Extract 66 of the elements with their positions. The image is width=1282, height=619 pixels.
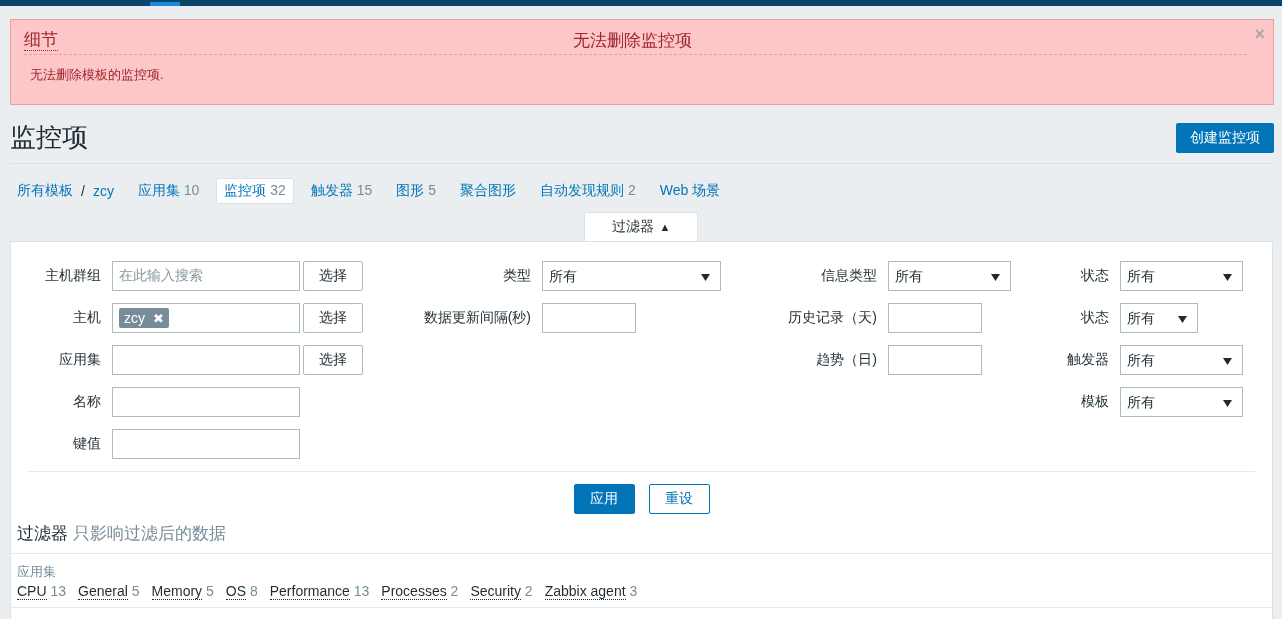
reset-button[interactable]: 重设 (648, 484, 710, 514)
select-button[interactable]: 选择 (303, 261, 363, 291)
field-label: 历史记录（天) (788, 309, 877, 327)
dropdown-arrow-icon (1223, 357, 1232, 365)
nav-tab[interactable]: 图形 5 (389, 179, 443, 203)
active-indicator (150, 2, 180, 6)
field-label: 状态 (1081, 309, 1109, 327)
nav-tab[interactable]: 应用集 10 (130, 179, 207, 203)
field-label: 状态 (1081, 267, 1109, 285)
dropdown[interactable]: 所有 (1120, 303, 1198, 333)
field-label: 主机 (73, 309, 101, 327)
dropdown-arrow-icon (1223, 273, 1232, 281)
input-field[interactable] (542, 303, 636, 333)
details-link[interactable]: 细节 (24, 29, 58, 51)
field-label: 名称 (73, 393, 101, 411)
multiselect-field[interactable] (112, 345, 300, 375)
dropdown[interactable]: 所有 (1120, 387, 1243, 417)
subfilter-link[interactable]: Performance 13 (269, 583, 370, 599)
subfilter-link[interactable]: Security 2 (470, 583, 533, 599)
error-text: 无法删除模板的监控项. (29, 66, 165, 84)
subfilter-group-label: 应用集 (17, 563, 57, 581)
nav-tab[interactable]: Web 场景 (652, 179, 728, 203)
dropdown[interactable]: 所有 (888, 261, 1011, 291)
page-title: 监控项 (10, 121, 88, 154)
subfilter-link[interactable]: Memory 5 (151, 583, 214, 599)
create-item-button[interactable]: 创建监控项 (1176, 122, 1274, 153)
subfilter-link[interactable]: CPU 13 (17, 583, 67, 599)
dropdown-arrow-icon (701, 273, 710, 281)
field-label: 趋势（日) (816, 351, 877, 369)
field-label: 模板 (1081, 393, 1109, 411)
field-label: 信息类型 (821, 267, 877, 285)
field-label: 键值 (73, 435, 101, 453)
chip-text: zcy (124, 310, 145, 326)
field-label: 应用集 (59, 351, 101, 369)
dropdown-arrow-icon (991, 273, 1000, 281)
subfilter-link[interactable]: Processes 2 (381, 583, 459, 599)
input-field[interactable] (888, 345, 982, 375)
field-label: 数据更新间隔(秒) (423, 309, 531, 327)
nav-tab[interactable]: 触发器 15 (303, 179, 380, 203)
nav-tab[interactable]: 监控项 32 (216, 178, 294, 204)
field-label: 主机群组 (45, 267, 101, 285)
nav-tab[interactable]: 聚合图形 (453, 179, 523, 203)
breadcrumb-link[interactable]: 所有模板 (10, 182, 80, 200)
field-label: 类型 (503, 267, 531, 285)
input-field[interactable] (112, 387, 300, 417)
input-field[interactable] (888, 303, 982, 333)
dropdown[interactable]: 所有 (542, 261, 721, 291)
dropdown[interactable]: 所有 (1120, 345, 1243, 375)
breadcrumb-separator: / (80, 183, 86, 199)
select-button[interactable]: 选择 (303, 345, 363, 375)
subfilter-link[interactable]: OS 8 (225, 583, 258, 599)
dropdown-arrow-icon (1178, 315, 1187, 323)
select-button[interactable]: 选择 (303, 303, 363, 333)
search-placeholder: 在此输入搜索 (119, 267, 203, 285)
dropdown-arrow-icon (1223, 399, 1232, 407)
error-title: 无法删除监控项 (572, 29, 693, 52)
subfilter-link[interactable]: Zabbix agent 3 (544, 583, 638, 599)
dropdown[interactable]: 所有 (1120, 261, 1243, 291)
subfilter-link[interactable]: General 5 (78, 583, 140, 599)
field-label: 触发器 (1067, 351, 1109, 369)
input-field[interactable] (112, 429, 300, 459)
filter-tab[interactable]: 过滤器 ▲ (584, 212, 698, 241)
nav-tab[interactable]: 自动发现规则 2 (533, 179, 643, 203)
subfilter-title: 过滤器 只影响过滤后的数据 (16, 523, 227, 545)
apply-button[interactable]: 应用 (573, 484, 635, 514)
breadcrumb-link[interactable]: zcy (85, 183, 121, 199)
